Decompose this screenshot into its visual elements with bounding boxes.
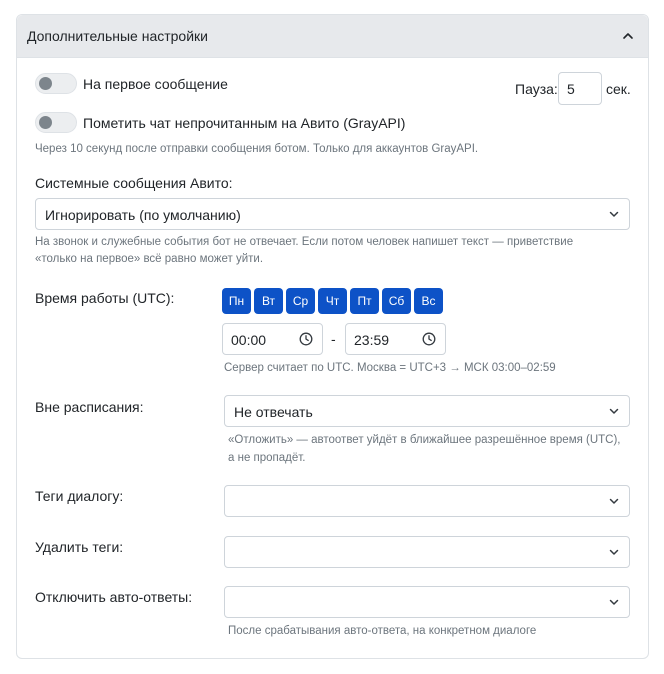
time-separator: - [331,331,336,347]
off-schedule-help-2: а не пропадёт. [228,452,306,464]
system-messages-value: Игнорировать (по умолчанию) [45,207,241,223]
disable-autoreplies-select[interactable] [224,586,630,618]
chevron-down-icon [609,211,619,217]
clock-icon[interactable] [299,332,313,346]
chevron-down-icon [609,549,619,555]
chevron-down-icon [609,408,619,414]
pause-input[interactable]: 5 [558,72,602,105]
disable-autoreplies-help: После срабатывания авто-ответа, на конкр… [228,625,537,637]
day-wed-button[interactable]: Ср [286,288,315,314]
chevron-up-icon[interactable] [621,29,635,43]
day-sat-button[interactable]: Сб [382,288,411,314]
pause-unit: сек. [606,81,631,97]
system-messages-label: Системные сообщения Авито: [35,175,233,191]
time-from-value: 00:00 [231,332,267,348]
dialog-tags-select[interactable] [224,485,630,517]
remove-tags-select[interactable] [224,536,630,568]
card-title: Дополнительные настройки [27,28,208,44]
day-thu-button[interactable]: Чт [318,288,347,314]
day-tue-button[interactable]: Вт [254,288,283,314]
work-time-help: Сервер считает по UTC. Москва = UTC+3 → … [224,362,556,374]
time-to-input[interactable]: 23:59 [345,323,446,355]
clock-icon[interactable] [422,332,436,346]
mark-unread-label: Пометить чат непрочитанным на Авито (Gra… [83,115,406,131]
pause-label: Пауза: [515,81,558,97]
time-to-value: 23:59 [354,332,390,348]
first-message-label: На первое сообщение [83,76,228,92]
switch-knob [39,77,52,90]
pause-value: 5 [567,81,575,97]
chevron-down-icon [609,498,619,504]
system-messages-help-2: «только на первое» всё равно может уйти. [35,253,264,265]
day-fri-button[interactable]: Пт [350,288,379,314]
mark-unread-switch[interactable] [35,112,77,133]
off-schedule-value: Не отвечать [234,404,313,420]
first-message-switch[interactable] [35,73,77,94]
day-sun-button[interactable]: Вс [414,288,443,314]
work-time-label: Время работы (UTC): [35,290,175,306]
switch-knob [39,116,52,129]
off-schedule-label: Вне расписания: [35,399,144,415]
remove-tags-label: Удалить теги: [35,539,124,555]
dialog-tags-label: Теги диалогу: [35,488,124,504]
card-header[interactable]: Дополнительные настройки [17,15,648,58]
chevron-down-icon [609,599,619,605]
day-mon-button[interactable]: Пн [222,288,251,314]
weekday-buttons: Пн Вт Ср Чт Пт Сб Вс [222,288,443,314]
off-schedule-help-1: «Отложить» — автоответ уйдёт в ближайшее… [228,434,621,446]
system-messages-select[interactable]: Игнорировать (по умолчанию) [35,198,630,230]
time-from-input[interactable]: 00:00 [222,323,323,355]
mark-unread-help: Через 10 секунд после отправки сообщения… [35,143,479,155]
off-schedule-select[interactable]: Не отвечать [224,395,630,427]
system-messages-help-1: На звонок и служебные события бот не отв… [35,236,574,248]
disable-autoreplies-label: Отключить авто-ответы: [35,589,193,605]
